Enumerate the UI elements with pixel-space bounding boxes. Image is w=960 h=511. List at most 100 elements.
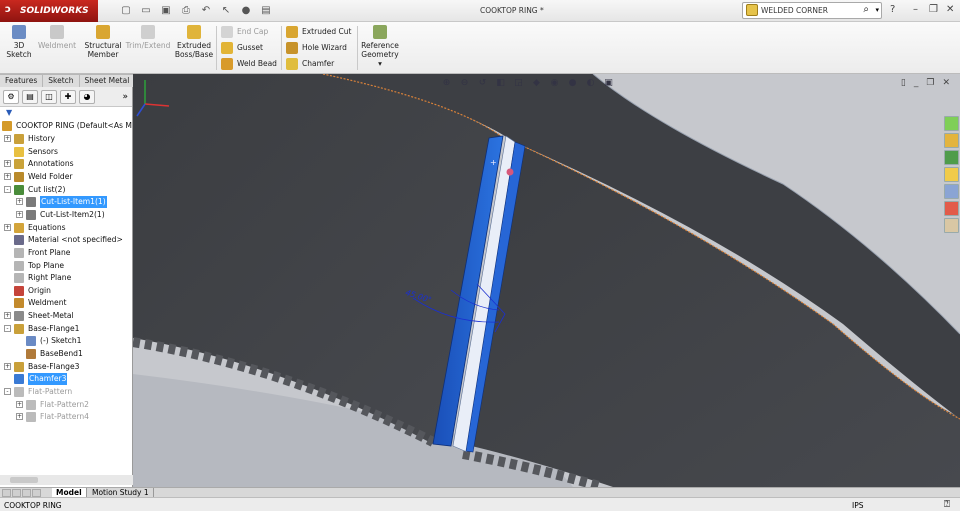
restore-icon[interactable]: ❐: [926, 78, 934, 88]
reference-geometry-button[interactable]: Reference Geometry ▾: [361, 25, 399, 68]
expand-icon[interactable]: +: [16, 210, 23, 218]
close-icon[interactable]: ✕: [942, 78, 950, 88]
section-view-icon[interactable]: ◧: [493, 77, 508, 90]
expand-icon[interactable]: +: [16, 413, 23, 421]
tree-item[interactable]: + Sheet-Metal: [0, 310, 133, 322]
edit-appearance-icon[interactable]: ●: [565, 77, 580, 90]
tree-item[interactable]: - Flat-Pattern: [0, 386, 133, 398]
display-manager-tab-icon[interactable]: ◕: [79, 90, 95, 104]
open-folder-icon[interactable]: ▭: [138, 3, 154, 19]
appearances-icon[interactable]: [944, 201, 959, 216]
options-icon[interactable]: ▤: [258, 3, 274, 19]
chevron-right-icon[interactable]: »: [122, 92, 128, 102]
tree-item[interactable]: + Cut-List-Item1(1): [0, 196, 133, 209]
tree-item[interactable]: + Weld Folder: [0, 171, 133, 183]
help-icon[interactable]: ⍰: [944, 499, 950, 510]
tree-item[interactable]: Origin: [0, 285, 133, 297]
tree-item[interactable]: + Equations: [0, 222, 133, 234]
trim-extend-button[interactable]: Trim/Extend: [125, 25, 171, 50]
display-style-icon[interactable]: ◆: [529, 77, 544, 90]
previous-view-icon[interactable]: ↺: [475, 77, 490, 90]
collapse-icon[interactable]: -: [4, 185, 11, 193]
print-icon[interactable]: ⎙: [178, 3, 194, 19]
hole-wizard-button[interactable]: Hole Wizard: [286, 41, 347, 55]
tree-item[interactable]: Chamfer3: [0, 373, 133, 386]
first-tab-icon[interactable]: [2, 489, 11, 497]
view-settings-icon[interactable]: ▣: [601, 77, 616, 90]
save-icon[interactable]: ▣: [158, 3, 174, 19]
configuration-manager-tab-icon[interactable]: ◫: [41, 90, 57, 104]
end-cap-button[interactable]: End Cap: [221, 25, 268, 39]
expand-icon[interactable]: +: [4, 223, 11, 231]
tab-features[interactable]: Features: [0, 74, 44, 87]
collapse-icon[interactable]: -: [4, 388, 11, 395]
tree-item[interactable]: + Flat-Pattern4: [0, 411, 133, 423]
minimize-icon[interactable]: _: [914, 78, 919, 88]
zoom-area-icon[interactable]: ⊖: [457, 77, 472, 90]
gusset-button[interactable]: Gusset: [221, 41, 263, 55]
design-library-icon[interactable]: [944, 133, 959, 148]
expand-icon[interactable]: +: [4, 362, 11, 370]
structural-member-button[interactable]: Structural Member: [84, 25, 122, 59]
folder-icon[interactable]: [944, 167, 959, 182]
horizontal-scrollbar[interactable]: [0, 475, 133, 485]
magnifier-icon[interactable]: ⌕: [863, 4, 869, 15]
apply-scene-icon[interactable]: ◐: [583, 77, 598, 90]
extruded-cut-button[interactable]: Extruded Cut: [286, 25, 351, 39]
chamfer-button[interactable]: Chamfer: [286, 57, 334, 71]
expand-icon[interactable]: +: [16, 198, 23, 206]
sketch-point[interactable]: [506, 168, 514, 176]
feature-manager-tab-icon[interactable]: ⚙: [3, 90, 19, 104]
chevron-down-icon[interactable]: ▾: [875, 6, 879, 14]
tree-item[interactable]: Right Plane: [0, 272, 133, 284]
view-orientation-icon[interactable]: ◲: [511, 77, 526, 90]
select-cursor-icon[interactable]: ↖: [218, 3, 234, 19]
expand-icon[interactable]: +: [4, 160, 11, 168]
filter-icon[interactable]: ▼: [6, 108, 132, 117]
tree-item[interactable]: Weldment: [0, 297, 133, 309]
tab-sheet-metal[interactable]: Sheet Metal: [79, 74, 136, 87]
tree-item[interactable]: + Base-Flange3: [0, 361, 133, 373]
collapse-icon[interactable]: -: [4, 324, 11, 332]
chevron-down-icon[interactable]: ▾: [361, 59, 399, 68]
tree-item[interactable]: Material <not specified>: [0, 234, 133, 246]
3d-sketch-button[interactable]: 3D Sketch: [5, 25, 33, 59]
file-explorer-icon[interactable]: [944, 150, 959, 165]
tree-item[interactable]: BaseBend1: [0, 348, 133, 360]
tree-item[interactable]: (-) Sketch1: [0, 335, 133, 347]
expand-icon[interactable]: +: [4, 312, 11, 320]
next-tab-icon[interactable]: [22, 489, 31, 497]
hide-show-icon[interactable]: ◉: [547, 77, 562, 90]
tree-item[interactable]: - Base-Flange1: [0, 323, 133, 335]
tree-item[interactable]: + Cut-List-Item2(1): [0, 209, 133, 221]
solidworks-logo[interactable]: ↄ SOLIDWORKS: [0, 0, 98, 22]
tab-sketch[interactable]: Sketch: [43, 74, 80, 87]
close-icon[interactable]: ✕: [946, 4, 954, 15]
unit-system[interactable]: IPS: [852, 501, 864, 510]
undo-icon[interactable]: ↶: [198, 3, 214, 19]
tile-icon[interactable]: ▯: [901, 78, 906, 88]
property-manager-tab-icon[interactable]: ▤: [22, 90, 38, 104]
help-icon[interactable]: ?: [890, 4, 895, 15]
weld-bead-button[interactable]: Weld Bead: [221, 57, 277, 71]
resources-icon[interactable]: [944, 116, 959, 131]
view-palette-icon[interactable]: [944, 184, 959, 199]
tree-item[interactable]: + Flat-Pattern2: [0, 399, 133, 411]
extruded-boss-button[interactable]: Extruded Boss/Base: [174, 25, 214, 59]
search-box[interactable]: WELDED CORNER ⌕ ▾: [742, 2, 882, 19]
last-tab-icon[interactable]: [32, 489, 41, 497]
weldment-button[interactable]: Weldment: [37, 25, 77, 50]
minimize-icon[interactable]: –: [913, 4, 918, 15]
expand-icon[interactable]: +: [4, 172, 11, 180]
tree-item[interactable]: Top Plane: [0, 260, 133, 272]
tree-item[interactable]: Sensors: [0, 146, 133, 158]
tree-item[interactable]: - Cut list(2): [0, 184, 133, 196]
expand-icon[interactable]: +: [16, 400, 23, 408]
tree-item[interactable]: + History: [0, 133, 133, 145]
graphics-area[interactable]: + 45.00° ⊕ ⊖ ↺ ◧ ◲ ◆ ◉ ● ◐ ▣ ▯ _ ❐ ✕: [133, 74, 960, 487]
scrollbar-thumb[interactable]: [10, 477, 38, 483]
tree-item[interactable]: Front Plane: [0, 247, 133, 259]
new-document-icon[interactable]: ▢: [118, 3, 134, 19]
zoom-to-fit-icon[interactable]: ⊕: [439, 77, 454, 90]
custom-properties-icon[interactable]: [944, 218, 959, 233]
